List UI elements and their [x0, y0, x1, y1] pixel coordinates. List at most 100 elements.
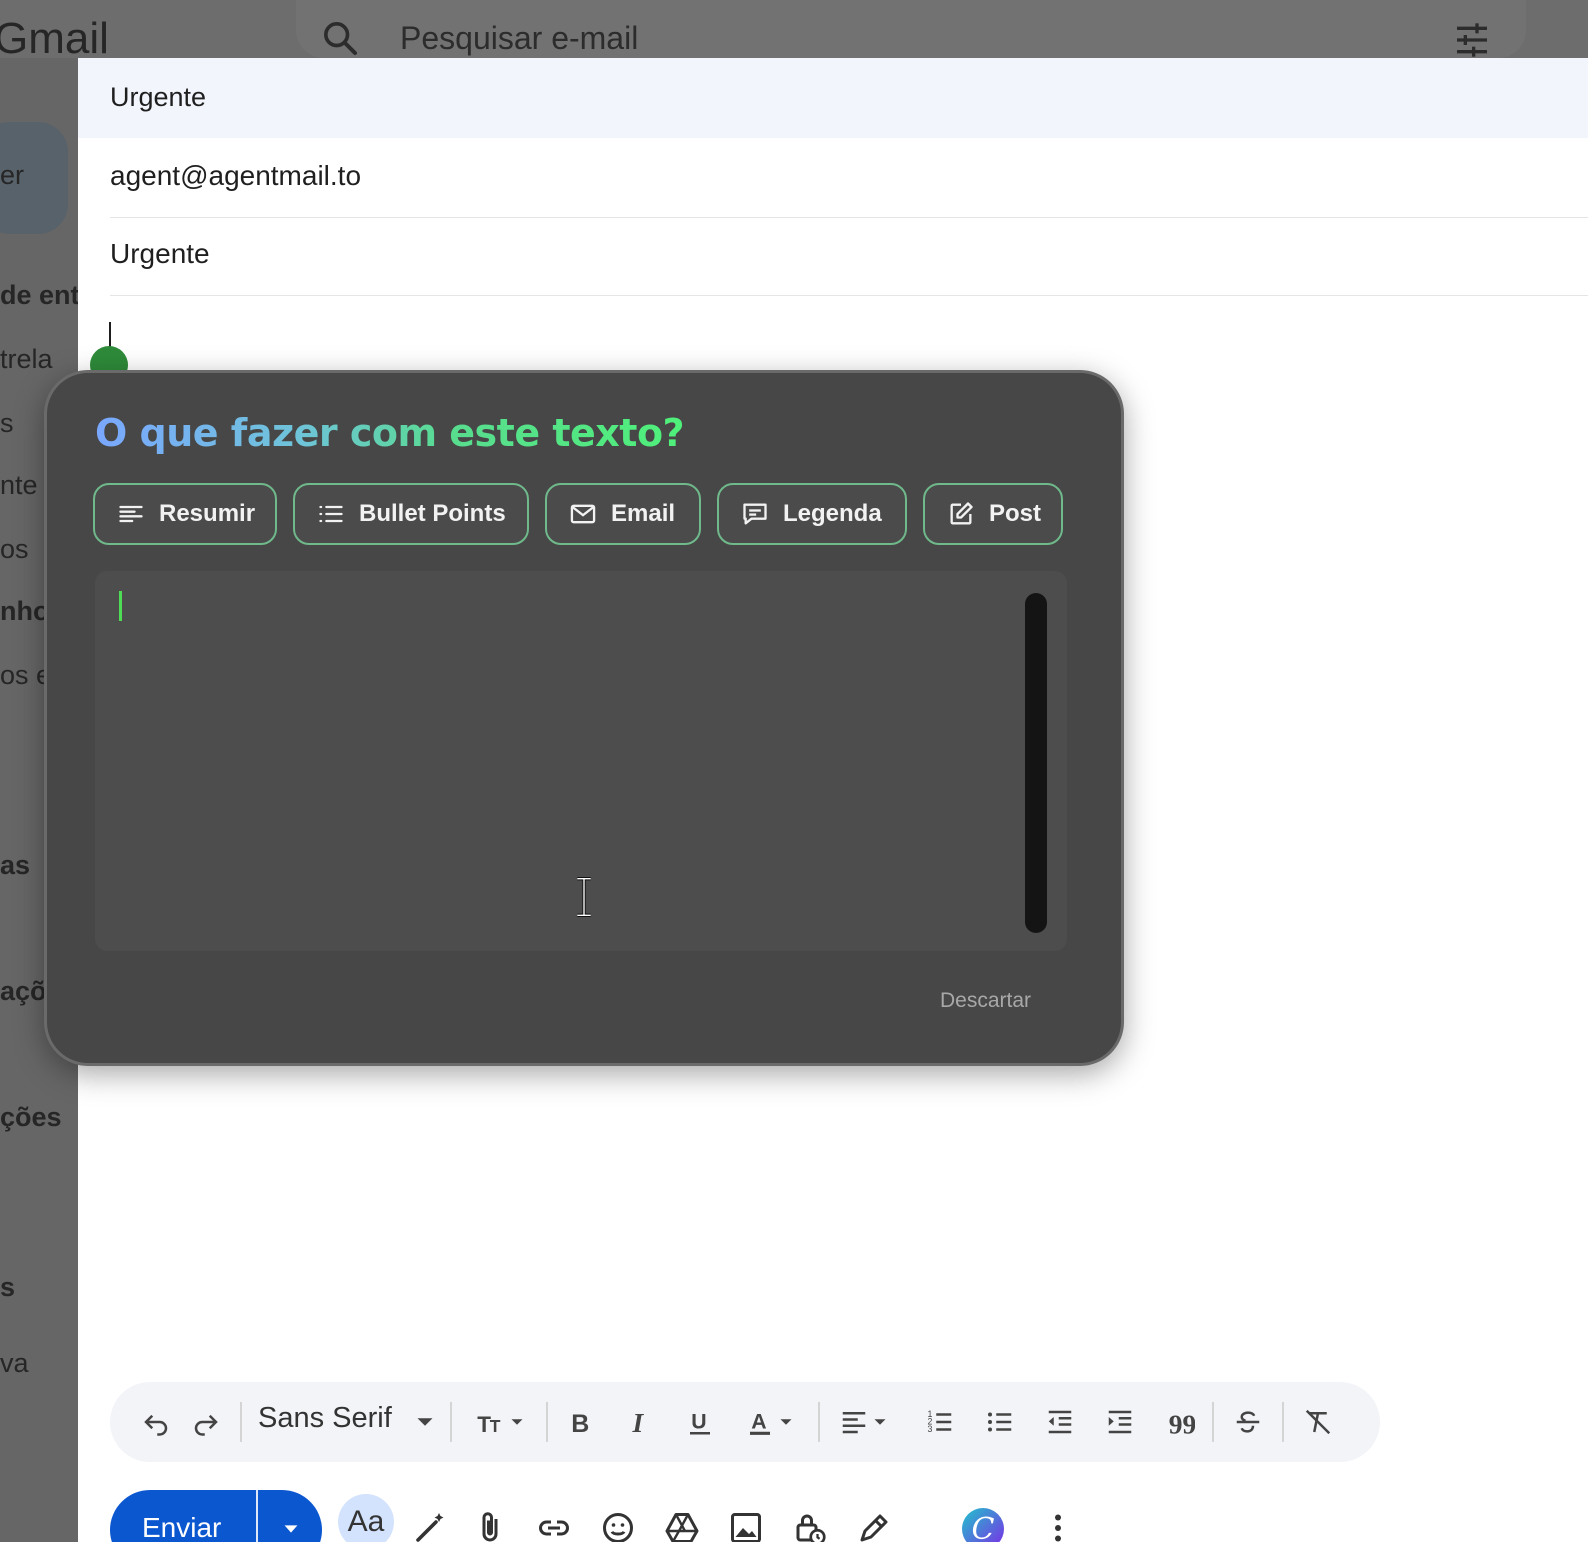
sidebar-item[interactable]: as	[0, 850, 30, 881]
to-field[interactable]: agent@agentmail.to	[110, 138, 1588, 218]
formatting-options-button[interactable]: Aa	[338, 1494, 394, 1542]
attach-button[interactable]	[468, 1506, 512, 1542]
underline-button[interactable]: U	[678, 1382, 722, 1462]
indent-more-button[interactable]	[1098, 1382, 1142, 1462]
schedule-send-dropdown-icon[interactable]	[280, 1518, 302, 1540]
underline-icon: U	[690, 1409, 710, 1435]
ai-write-button[interactable]	[408, 1506, 452, 1542]
font-dropdown[interactable]	[410, 1382, 440, 1462]
align-left-icon	[842, 1412, 866, 1434]
divider	[1212, 1402, 1214, 1442]
drive-button[interactable]	[660, 1506, 704, 1542]
divider	[818, 1402, 820, 1442]
image-icon	[731, 1513, 761, 1542]
drive-icon	[665, 1513, 699, 1542]
indent-less-button[interactable]	[1038, 1382, 1082, 1462]
caret-down-icon	[874, 1419, 886, 1425]
caret-down-icon	[511, 1419, 523, 1425]
search-options-icon[interactable]	[1452, 20, 1492, 60]
divider	[546, 1402, 548, 1442]
align-button[interactable]	[828, 1382, 902, 1462]
text-cursor-icon	[577, 877, 591, 917]
link-icon	[539, 1520, 569, 1536]
send-button[interactable]: Enviar	[142, 1512, 221, 1542]
post-button[interactable]: Post	[923, 483, 1063, 545]
bullet-points-label: Bullet Points	[359, 500, 506, 527]
chat-bubble-icon	[743, 503, 767, 525]
sidebar-item[interactable]: os	[0, 534, 29, 565]
signature-button[interactable]	[852, 1506, 896, 1542]
subject-value[interactable]: Urgente	[110, 238, 210, 270]
text-caret	[119, 591, 122, 621]
redo-button[interactable]	[184, 1382, 228, 1462]
quote-button[interactable]: 99	[1158, 1382, 1202, 1462]
svg-text:I: I	[632, 1407, 645, 1437]
compose-header[interactable]: Urgente	[78, 58, 1588, 138]
sidebar-item[interactable]: s	[0, 1272, 15, 1303]
undo-button[interactable]	[134, 1382, 178, 1462]
divider	[1282, 1402, 1284, 1442]
sidebar-item[interactable]: nte	[0, 470, 38, 501]
text-input-area[interactable]	[95, 571, 1067, 951]
text-color-button[interactable]: A	[736, 1382, 806, 1462]
more-options-button[interactable]	[1036, 1506, 1080, 1542]
svg-text:U: U	[691, 1409, 706, 1433]
sidebar-item-inbox[interactable]: de ent	[0, 280, 80, 311]
numbered-list-button[interactable]: 123	[918, 1382, 962, 1462]
recipient[interactable]: agent@agentmail.to	[110, 160, 361, 192]
divider	[450, 1402, 452, 1442]
italic-icon: I	[632, 1407, 645, 1437]
sidebar-item[interactable]: ções	[0, 1102, 62, 1133]
caret-down-icon	[417, 1418, 433, 1426]
confidential-mode-button[interactable]	[788, 1506, 832, 1542]
ai-text-popup: O que fazer com este texto? Resumir Bull…	[44, 370, 1124, 1066]
pen-icon	[860, 1514, 888, 1542]
sidebar-item[interactable]: açõ	[0, 976, 47, 1007]
insert-photo-button[interactable]	[724, 1506, 768, 1542]
subject-field[interactable]: Urgente	[110, 216, 1588, 296]
post-label: Post	[989, 500, 1042, 527]
sidebar-item[interactable]: va	[0, 1348, 29, 1379]
divider	[256, 1490, 258, 1542]
numbered-list-icon: 123	[928, 1409, 952, 1434]
compose-title: Urgente	[110, 82, 207, 112]
email-label: Email	[611, 500, 676, 527]
divider	[240, 1402, 242, 1442]
clear-formatting-button[interactable]	[1296, 1382, 1340, 1462]
strikethrough-button[interactable]	[1226, 1382, 1270, 1462]
quote-icon: 99	[1169, 1408, 1195, 1437]
sidebar-item[interactable]: s	[0, 408, 14, 439]
discard-button[interactable]: Descartar	[940, 989, 1031, 1013]
popup-title: O que fazer com este texto?	[95, 411, 685, 455]
sidebar-item-starred[interactable]: trela	[0, 344, 53, 375]
text-size-button[interactable]: TT	[464, 1382, 540, 1462]
email-button[interactable]: Email	[545, 483, 701, 545]
legenda-button[interactable]: Legenda	[717, 483, 907, 545]
bullet-points-button[interactable]: Bullet Points	[293, 483, 529, 545]
strikethrough-icon	[1236, 1411, 1260, 1433]
sidebar-item[interactable]: er	[0, 160, 24, 191]
bold-button[interactable]: B	[558, 1382, 602, 1462]
canva-extension-icon[interactable]: C	[962, 1508, 1004, 1542]
font-selector[interactable]: Sans Serif	[258, 1402, 392, 1435]
text-size-icon: TT	[477, 1412, 501, 1437]
svg-text:T: T	[490, 1416, 501, 1436]
emoji-button[interactable]	[596, 1506, 640, 1542]
mail-icon	[570, 504, 596, 524]
undo-icon	[144, 1414, 168, 1436]
svg-text:3: 3	[928, 1424, 933, 1434]
italic-button[interactable]: I	[618, 1382, 662, 1462]
sidebar-item[interactable]: nho	[0, 596, 49, 627]
search-icon[interactable]	[320, 18, 360, 58]
scrollbar[interactable]	[1025, 593, 1047, 933]
gmail-logo[interactable]: Gmail	[0, 14, 109, 64]
magic-pen-icon	[416, 1513, 444, 1542]
insert-link-button[interactable]	[532, 1506, 576, 1542]
search-input[interactable]: Pesquisar e-mail	[400, 20, 638, 57]
svg-text:B: B	[571, 1410, 589, 1437]
paperclip-icon	[482, 1512, 498, 1542]
lock-clock-icon	[796, 1514, 826, 1542]
bulleted-list-button[interactable]	[978, 1382, 1022, 1462]
resumir-button[interactable]: Resumir	[93, 483, 277, 545]
clear-formatting-icon	[1305, 1409, 1331, 1435]
